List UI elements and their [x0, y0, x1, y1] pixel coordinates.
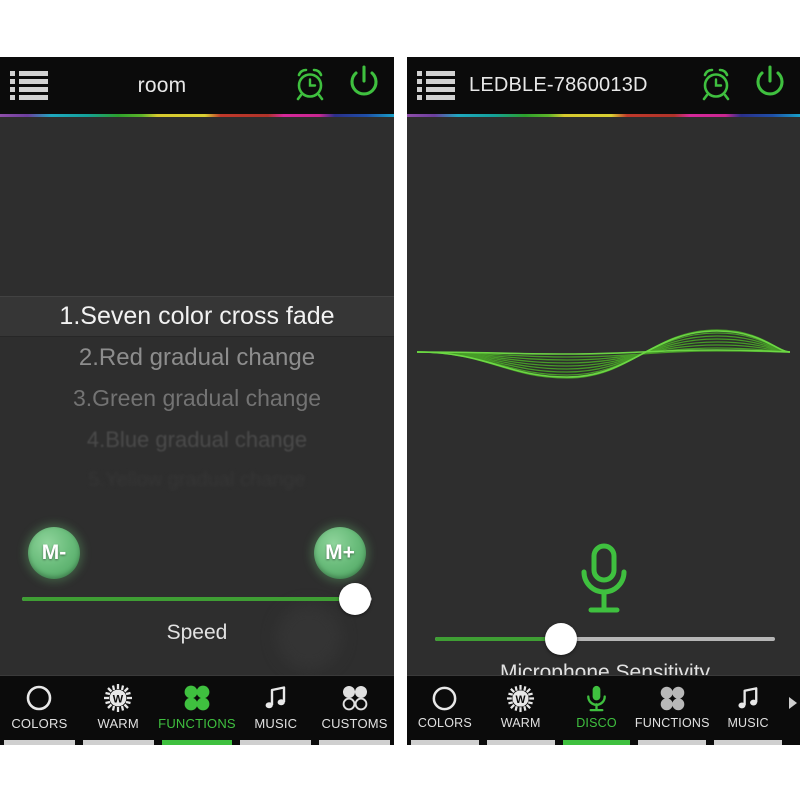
svg-text:W: W	[113, 693, 124, 705]
warm-sun-w-icon: W	[506, 682, 535, 714]
tab-warm[interactable]: W WARM	[79, 676, 158, 745]
microphone-icon	[582, 682, 611, 714]
tab-underline	[4, 740, 75, 745]
tab-label: MUSIC	[727, 716, 769, 730]
mic-slider-fill	[435, 637, 561, 641]
four-dots-icon	[658, 682, 687, 714]
alarm-clock-icon[interactable]	[290, 63, 330, 108]
speed-slider-knob[interactable]	[338, 583, 371, 615]
tab-label: WARM	[500, 716, 541, 730]
power-icon[interactable]	[750, 63, 790, 108]
left-phone-screen: room 1.Seven color cross fade 2.Red grad…	[0, 57, 394, 745]
tab-underline	[411, 740, 479, 745]
svg-text:W: W	[516, 693, 527, 705]
tab-underline	[638, 740, 707, 745]
speed-slider-fill	[22, 597, 355, 601]
tab-functions[interactable]: FUNCTIONS	[634, 676, 710, 745]
right-bottom-nav: COLORS W WARM DISCO FUNCTIONS MUSIC	[407, 675, 800, 745]
circle-outline-icon	[430, 682, 459, 714]
speed-slider-track[interactable]	[22, 583, 372, 615]
music-note-icon	[261, 682, 291, 714]
four-dots-icon	[182, 682, 212, 714]
tab-functions[interactable]: FUNCTIONS	[158, 676, 237, 745]
left-bottom-nav: COLORS W WARM FUNCTIONS MUSIC CUSTOMS	[0, 675, 394, 745]
chevron-right-icon[interactable]	[786, 676, 800, 745]
page-title: room	[137, 73, 187, 97]
warm-sun-w-icon: W	[103, 682, 133, 714]
left-header: room	[0, 57, 394, 114]
right-phone-screen: LEDBLE-7860013D Microphone Sensitivity C…	[407, 57, 800, 745]
list-item[interactable]: 2.Red gradual change	[0, 337, 394, 378]
tab-underline	[562, 740, 631, 745]
tab-music[interactable]: MUSIC	[710, 676, 786, 745]
screenshot-root: room 1.Seven color cross fade 2.Red grad…	[0, 0, 800, 800]
list-item[interactable]: 3.Green gradual change	[0, 378, 394, 419]
tab-underline	[714, 740, 782, 745]
tab-underline	[240, 740, 312, 745]
tab-label: COLORS	[417, 716, 472, 730]
microphone-icon	[571, 542, 637, 627]
circle-outline-icon	[24, 682, 54, 714]
tab-colors[interactable]: COLORS	[0, 676, 79, 745]
custom-dots-icon	[340, 682, 370, 714]
tab-underline	[486, 740, 555, 745]
device-name: LEDBLE-7860013D	[469, 74, 648, 96]
mic-slider-track[interactable]	[435, 623, 775, 655]
tab-underline	[319, 740, 390, 745]
list-item[interactable]: 5.Yellow gradual change	[0, 460, 394, 501]
alarm-clock-icon[interactable]	[696, 63, 736, 108]
power-icon[interactable]	[344, 63, 384, 108]
list-menu-icon[interactable]	[10, 70, 48, 101]
music-note-icon	[734, 682, 763, 714]
right-body: Microphone Sensitivity Notice:You can cl…	[407, 117, 800, 745]
right-header: LEDBLE-7860013D	[407, 57, 800, 114]
list-item[interactable]: 4.Blue gradual change	[0, 419, 394, 460]
tab-customs[interactable]: CUSTOMS	[315, 676, 394, 745]
tab-label: FUNCTIONS	[158, 716, 236, 731]
tab-music[interactable]: MUSIC	[236, 676, 315, 745]
effects-list[interactable]: 1.Seven color cross fade 2.Red gradual c…	[0, 296, 394, 501]
audio-waveform	[407, 297, 800, 407]
list-menu-icon[interactable]	[417, 70, 455, 101]
list-item[interactable]: 1.Seven color cross fade	[0, 296, 394, 337]
tab-label: FUNCTIONS	[634, 716, 710, 730]
tab-colors[interactable]: COLORS	[407, 676, 483, 745]
tab-underline	[82, 740, 154, 745]
tab-label: WARM	[97, 716, 139, 731]
tab-label: MUSIC	[254, 716, 298, 731]
tab-disco[interactable]: DISCO	[559, 676, 635, 745]
tab-warm[interactable]: W WARM	[483, 676, 559, 745]
tab-label: CUSTOMS	[321, 716, 388, 731]
mode-plus-button[interactable]: M+	[314, 527, 366, 579]
tab-label: COLORS	[11, 716, 68, 731]
mic-slider-knob[interactable]	[544, 623, 577, 655]
speed-slider[interactable]: Speed	[22, 583, 372, 645]
left-body: 1.Seven color cross fade 2.Red gradual c…	[0, 117, 394, 745]
tab-underline	[161, 740, 233, 745]
mode-minus-button[interactable]: M-	[28, 527, 80, 579]
tab-label: DISCO	[576, 716, 617, 730]
speed-slider-label: Speed	[166, 621, 228, 644]
